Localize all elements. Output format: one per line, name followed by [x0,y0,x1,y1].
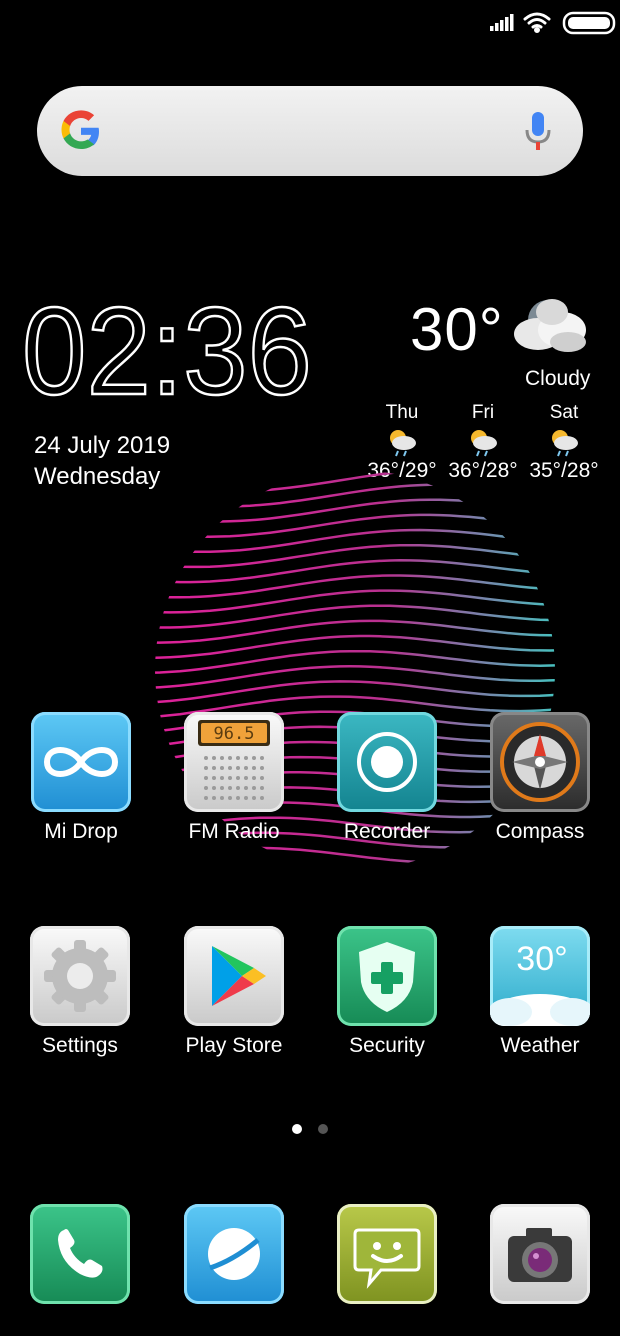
record-icon [357,732,417,792]
weather-app-temp: 30° [516,940,567,978]
signal-icon [490,14,514,31]
dock-phone[interactable] [10,1204,150,1304]
status-bar [480,8,620,38]
wave-line [155,680,555,705]
app-label: FM Radio [188,820,280,843]
app-settings[interactable]: Settings [10,926,150,1058]
gear-icon [44,940,116,1012]
battery-icon [562,11,616,35]
sun-cloud-rain-icon [552,430,578,457]
forecast-day: Fri [471,402,495,423]
app-label: Weather [500,1034,580,1057]
app-recorder[interactable]: Recorder [317,712,457,844]
app-label: Security [349,1034,425,1057]
dock-browser[interactable] [164,1204,304,1304]
weather-condition: Cloudy [525,367,591,390]
radio-frequency: 96.5 [214,724,255,744]
message-icon [353,1228,421,1289]
phone-icon [58,1229,103,1278]
app-compass[interactable]: Compass [470,712,610,844]
wave-line [155,845,555,864]
page-indicator[interactable] [0,1124,620,1134]
clock-time[interactable]: 02:36 [22,290,322,402]
google-search-bar[interactable] [37,86,583,176]
weather-icon: 30° [490,940,590,1026]
mic-icon[interactable] [523,110,553,152]
compass-icon [500,722,580,802]
page-dot[interactable] [318,1124,328,1134]
clock-date: 24 July 2019 [34,432,171,459]
camera-icon [508,1228,572,1282]
app-weather[interactable]: 30° Weather [470,926,610,1058]
wave-line [155,574,555,599]
cloudy-icon [514,299,586,352]
app-label: Mi Drop [44,820,118,843]
wave-line [155,559,555,584]
sun-cloud-rain-icon [471,430,497,457]
sun-cloud-rain-icon [390,430,416,457]
forecast-day: Sat [549,402,579,423]
clock-time-text: 02:36 [22,290,312,402]
app-fm-radio[interactable]: 96.5 FM Radio [164,712,304,844]
wifi-icon [523,12,551,33]
dock-messaging[interactable] [317,1204,457,1304]
app-label: Settings [42,1034,118,1057]
app-mi-drop[interactable]: Mi Drop [11,712,151,844]
wave-line [155,589,555,614]
wave-line [155,604,555,629]
app-label: Compass [495,820,585,843]
shield-plus-icon [359,942,415,1012]
current-temperature[interactable]: 30° [410,295,504,364]
play-store-icon [212,946,266,1006]
app-security[interactable]: Security [317,926,457,1058]
google-logo-icon [61,110,99,149]
app-label: Recorder [343,820,431,843]
page-dot-active[interactable] [292,1124,302,1134]
wave-line [155,619,555,644]
wave-line [155,483,555,508]
radio-icon: 96.5 [198,720,270,800]
wave-line [155,543,555,569]
wave-line [155,470,555,493]
browser-icon [208,1228,260,1280]
forecast-day: Thu [385,402,419,423]
infinity-icon [43,747,119,777]
dock-camera[interactable] [470,1204,610,1304]
app-play-store[interactable]: Play Store [164,926,304,1058]
app-label: Play Store [185,1034,283,1057]
